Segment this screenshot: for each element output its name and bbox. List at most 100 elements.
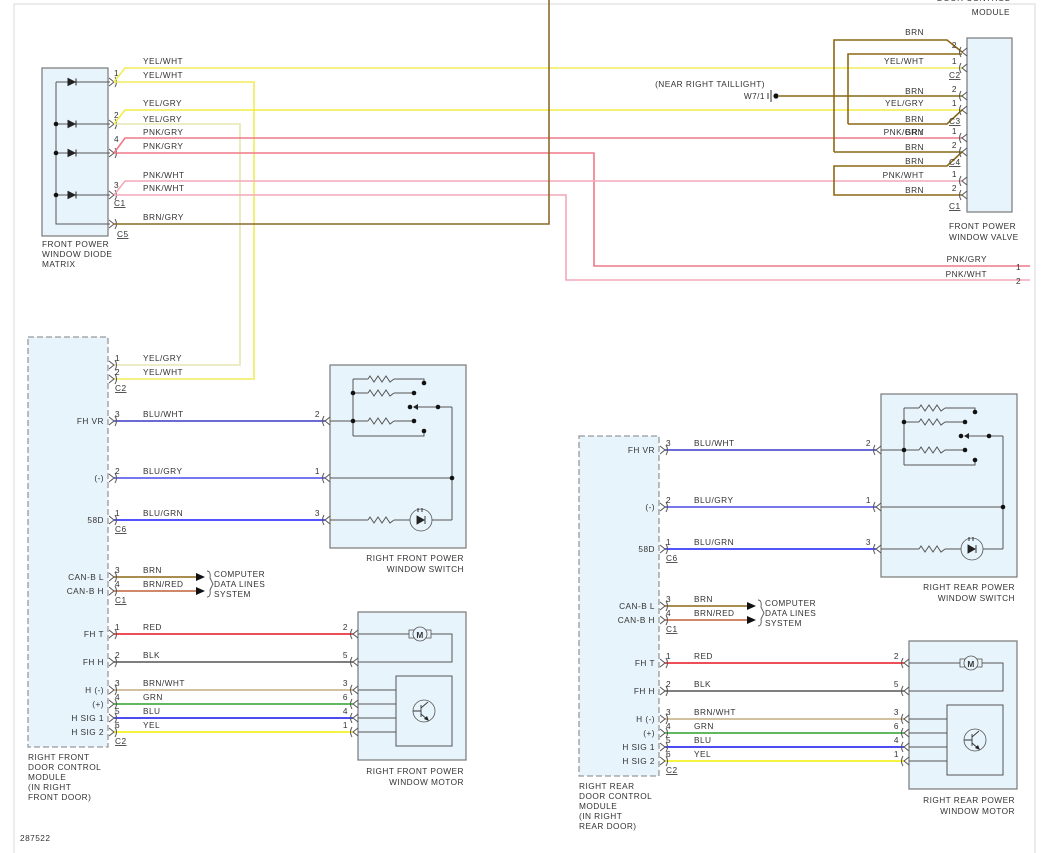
switch-name: WINDOW SWITCH — [387, 564, 464, 574]
pin-number: 6 — [666, 749, 671, 759]
power-window-switch-box — [329, 364, 467, 549]
ground-id: W7/1 — [744, 91, 765, 101]
wire-label: BRN/WHT — [694, 707, 736, 717]
pin-number: 6 — [343, 692, 348, 702]
motor-name: WINDOW MOTOR — [389, 777, 464, 787]
door-control-module-name: FRONT DOOR) — [28, 792, 91, 802]
diode-matrix-name: MATRIX — [42, 259, 75, 269]
junction-dot — [53, 121, 59, 127]
wire-label: RED — [143, 622, 162, 632]
pin-number: 2 — [666, 679, 671, 689]
motor-icon: M — [967, 659, 974, 669]
door-control-module-name: DOOR CONTROL — [579, 791, 652, 801]
connector-label: C2 — [115, 383, 127, 393]
junction-dot — [958, 433, 964, 439]
wire-label: GRN — [694, 721, 714, 731]
valve-connector-label: C2 — [949, 70, 961, 80]
junction-dot — [421, 380, 427, 386]
pin-number: 2 — [315, 409, 320, 419]
wire-label: RED — [694, 651, 713, 661]
wire-label: YEL — [694, 749, 711, 759]
connector-pin-icon — [959, 46, 968, 58]
diode-matrix-box — [41, 67, 109, 237]
wire-label: BLU/GRY — [143, 466, 182, 476]
pin-number: 1 — [115, 622, 120, 632]
terminal-label: H SIG 2 — [71, 727, 104, 737]
terminal-label: FH VR — [77, 416, 104, 426]
wire-label: YEL — [143, 720, 160, 730]
pin-number: 3 — [866, 537, 871, 547]
wire-label: YEL/GRY — [143, 353, 182, 363]
arrow-icon — [747, 602, 756, 610]
junction-dot — [986, 433, 992, 439]
wire-label: GRN — [143, 692, 163, 702]
pin-number: 3 — [115, 565, 120, 575]
junction-dot — [962, 447, 968, 453]
junction-dot — [972, 409, 978, 415]
junction-dot — [435, 404, 441, 410]
diode-matrix-name: FRONT POWER — [42, 239, 109, 249]
wire-label: BLU/GRN — [143, 508, 183, 518]
pin-number: 2 — [952, 40, 957, 50]
switch-name: RIGHT REAR POWER — [923, 582, 1015, 592]
wire-label: BRN/WHT — [143, 678, 185, 688]
junction-dot — [411, 418, 417, 424]
pin-number: 1 — [315, 466, 320, 476]
pin-number: 4 — [666, 721, 671, 731]
terminal-label: 58D — [638, 544, 655, 554]
valve-box — [966, 37, 1013, 213]
terminal-label: CAN-B L — [68, 572, 104, 582]
wire-label: BLU — [694, 735, 712, 745]
can-destination: DATA LINES — [214, 579, 265, 589]
pin-number: 4 — [343, 706, 348, 716]
terminal-label: CAN-B L — [619, 601, 655, 611]
figure-id: 287522 — [20, 833, 50, 843]
door-control-module-name: MODULE — [28, 772, 66, 782]
wire-label: YEL/WHT — [143, 56, 183, 66]
terminal-label: (-) — [645, 502, 655, 512]
top-module-name: MODULE — [972, 7, 1010, 17]
wire-label: BRN — [694, 594, 713, 604]
wire-label: BRN/GRY — [143, 212, 184, 222]
pin-number: 6 — [894, 721, 899, 731]
terminal-label: H (-) — [636, 714, 655, 724]
connector-label-c5: C5 — [117, 229, 129, 239]
wire-label: BRN — [905, 114, 924, 124]
pin-number: 3 — [315, 508, 320, 518]
pin-number: 1 — [952, 98, 957, 108]
wire-label: BRN — [143, 565, 162, 575]
connector-label: C1 — [666, 624, 678, 634]
connector-label: C2 — [115, 736, 127, 746]
wire-label: PNK/WHT — [143, 183, 184, 193]
wire-label: BRN — [905, 142, 924, 152]
terminal-label: FH H — [634, 686, 655, 696]
arrow-icon — [196, 587, 205, 595]
pin-number: 1 — [866, 495, 871, 505]
wire-label: BLU/WHT — [694, 438, 735, 448]
wire-label: PNK/WHT — [883, 170, 924, 180]
terminal-label: H SIG 1 — [71, 713, 104, 723]
door-control-module-name: RIGHT REAR — [579, 781, 635, 791]
junction-dot — [449, 475, 455, 481]
pin-number: 2 — [952, 140, 957, 150]
junction-dot — [411, 390, 417, 396]
valve-connector-label: C1 — [949, 201, 961, 211]
diagram-canvas: DOOR CONTROL MODULE 1 2 4 3 C1 C5 FRONT POWER WIN… — [13, 0, 1036, 853]
right-rear-door-section: FH VR 3 BLU/WHT 2 (-) 2 BLU/GRY 1 58D 1 BLU/GRN 3 C6… — [578, 393, 1018, 831]
wire-label: BRN — [905, 156, 924, 166]
valve-connector-label: C4 — [949, 157, 961, 167]
connector-label: C2 — [666, 765, 678, 775]
front-power-window-diode-matrix: 1243C1C5FRONT POWERWINDOW DIODEMATRIX — [41, 67, 129, 269]
terminal-label: CAN-B H — [618, 615, 655, 625]
terminal-label: FH T — [635, 658, 655, 668]
can-destination: SYSTEM — [765, 618, 802, 628]
terminal-label: FH VR — [628, 445, 655, 455]
valve-name: WINDOW VALVE — [949, 232, 1019, 242]
pin-number: 1 — [666, 651, 671, 661]
right-front-door-section: 1 YEL/GRY 2 YEL/WHT C2 FH VR 3 BLU/WHT 2 (-) 2 BLU/… — [27, 336, 467, 802]
pin-number: 3 — [115, 678, 120, 688]
wire-label: BRN/RED — [694, 608, 735, 618]
junction-dot — [962, 419, 968, 425]
connector-label: C1 — [115, 595, 127, 605]
junction-dot — [407, 404, 413, 410]
